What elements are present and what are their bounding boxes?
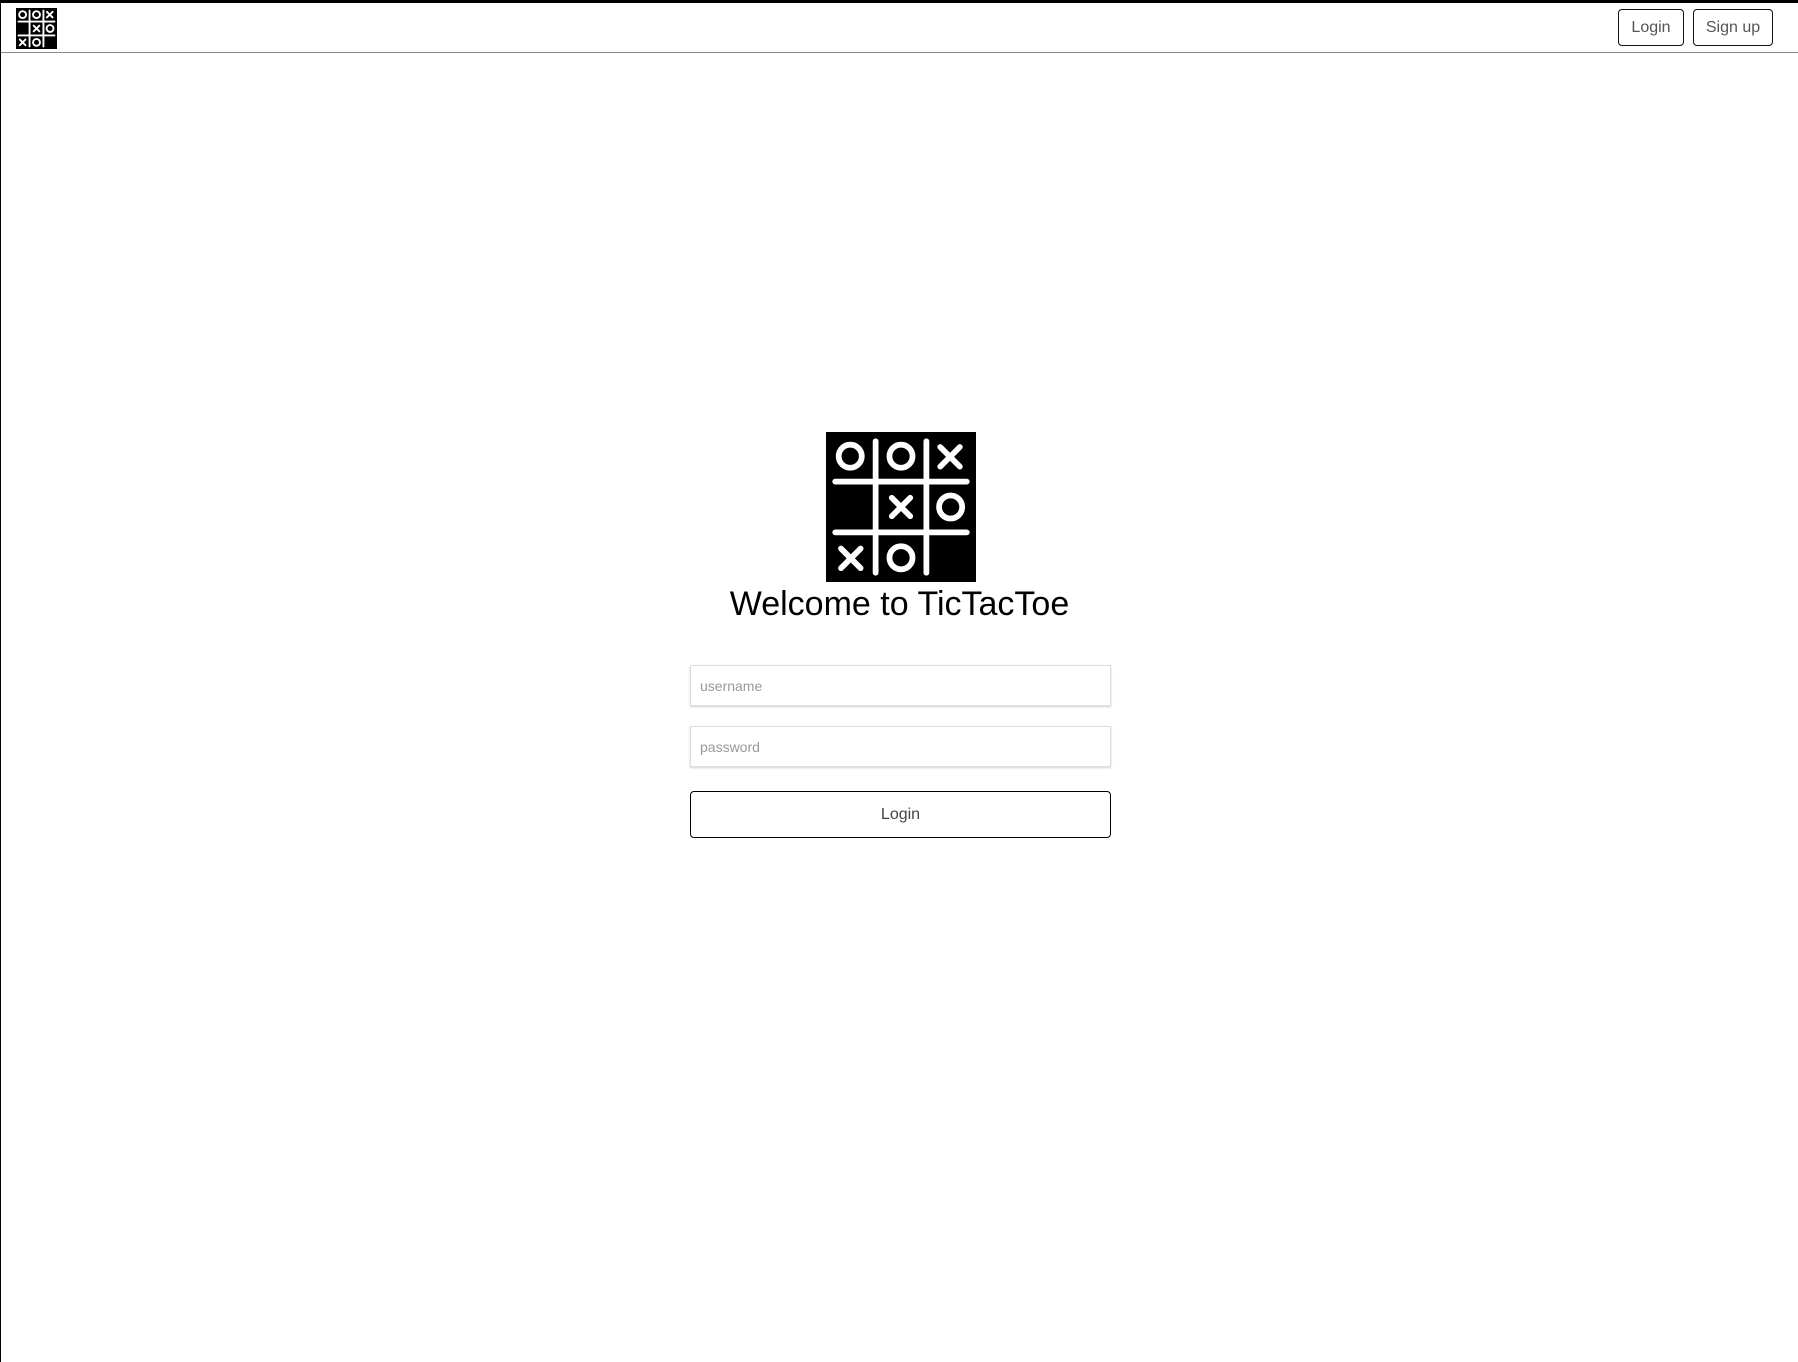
nav-signup-button[interactable]: Sign up	[1693, 9, 1773, 46]
tictactoe-logo-icon[interactable]	[16, 8, 57, 49]
tictactoe-logo-icon	[826, 432, 976, 582]
nav-login-button[interactable]: Login	[1618, 9, 1684, 46]
username-field[interactable]	[690, 665, 1111, 706]
page-title: Welcome to TicTacToe	[729, 585, 1070, 623]
login-submit-button[interactable]: Login	[690, 791, 1111, 838]
page: Login Sign up Welcome to TicTacToe Login	[0, 0, 1798, 1362]
navbar: Login Sign up	[1, 3, 1798, 53]
password-field[interactable]	[690, 726, 1111, 767]
